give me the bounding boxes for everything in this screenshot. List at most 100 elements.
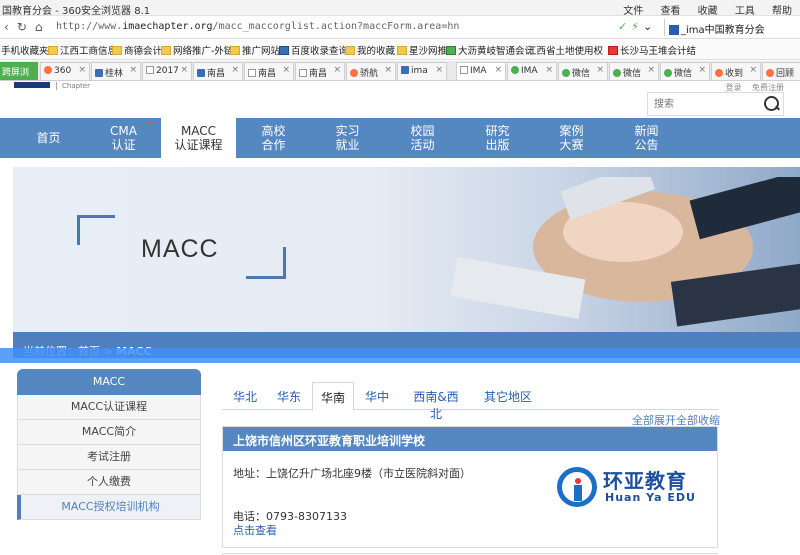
tab-east[interactable]: 华东: [274, 382, 304, 410]
school-name[interactable]: 上饶市信州区环亚教育职业培训学校: [223, 427, 717, 451]
dropdown-icon[interactable]: ⌄: [643, 20, 652, 33]
menu-tools[interactable]: 工具: [735, 6, 755, 17]
bookmark-item[interactable]: 我的收藏: [345, 43, 395, 57]
tab-southwest-northwest[interactable]: 西南&西北: [408, 382, 464, 421]
browser-tab[interactable]: 南昌 ×: [244, 62, 294, 80]
school-address: 地址：上饶亿升广场北座9楼（市立医院斜对面）: [233, 467, 471, 480]
browser-tab[interactable]: 微信 ×: [660, 62, 710, 80]
close-icon[interactable]: ×: [231, 65, 239, 75]
nav-campus[interactable]: 校园 活动: [385, 118, 460, 158]
close-icon[interactable]: ×: [282, 65, 290, 75]
nav-internship[interactable]: 实习 就业: [310, 118, 385, 158]
home-icon[interactable]: ⌂: [35, 20, 43, 34]
folder-icon: [397, 46, 407, 55]
browser-tab[interactable]: 南昌 ×: [295, 62, 345, 80]
browser-tab[interactable]: 微信 ×: [558, 62, 608, 80]
search-icon[interactable]: [763, 95, 779, 113]
browser-tab[interactable]: ima ×: [397, 62, 447, 80]
bookmark-item[interactable]: 江西工商信息: [48, 43, 117, 57]
bookmark-item[interactable]: 百度收录查询: [279, 43, 348, 57]
side-nav-item-training-orgs[interactable]: MACC授权培训机构: [17, 495, 201, 520]
register-link[interactable]: 免费注册: [752, 83, 784, 92]
browser-tab-active[interactable]: IMA ×: [456, 62, 506, 80]
close-icon[interactable]: ×: [78, 65, 86, 75]
bookmarks-bar: 手机收藏夹 江西工商信息 商德会计 网络推广-外链 推广网站 百度收录查询 我的…: [0, 40, 800, 60]
browser-tab[interactable]: 骄航 ×: [346, 62, 396, 80]
browser-tab[interactable]: 微信 ×: [609, 62, 659, 80]
bookmark-item[interactable]: 推广网站: [230, 43, 280, 57]
bookmark-item[interactable]: 商德会计: [112, 43, 162, 57]
nav-research[interactable]: 研究 出版: [460, 118, 535, 158]
banner-bracket-right: [246, 247, 286, 279]
view-details-link[interactable]: 点击查看: [233, 522, 277, 538]
tab-icon: [613, 69, 621, 77]
tab-icon: [562, 69, 570, 77]
browser-tab[interactable]: IMA ×: [507, 62, 557, 80]
site-logo[interactable]: [14, 82, 50, 88]
side-nav-title: MACC: [17, 369, 201, 395]
close-icon[interactable]: ×: [596, 65, 604, 75]
folder-icon: [161, 46, 171, 55]
nav-home[interactable]: 首页: [11, 118, 86, 158]
browser-tabs: 跨屏浏览 360× 桂林× 2017× 南昌× 南昌× 南昌× 骄航× ima×…: [0, 61, 800, 81]
nav-cases[interactable]: 案例 大赛: [534, 118, 609, 158]
close-icon[interactable]: ×: [384, 65, 392, 75]
bookmark-item[interactable]: 江西省土地使用权: [527, 43, 603, 57]
school-card: 上饶市信州区环亚教育职业培训学校 地址：上饶亿升广场北座9楼（市立医院斜对面） …: [222, 426, 718, 548]
bookmark-item[interactable]: 长沙马王堆会计结: [608, 43, 696, 57]
close-icon[interactable]: ×: [545, 65, 553, 75]
close-icon[interactable]: ×: [435, 65, 443, 75]
tab-icon: [95, 69, 103, 77]
side-nav-item-courses[interactable]: MACC认证课程: [17, 395, 201, 420]
browser-tab[interactable]: 桂林 ×: [91, 62, 141, 80]
refresh-icon[interactable]: ↻: [17, 20, 27, 34]
speed-icon[interactable]: ⚡: [631, 20, 639, 33]
side-nav-item-intro[interactable]: MACC简介: [17, 420, 201, 445]
tab-cross-screen[interactable]: 跨屏浏览: [0, 62, 38, 80]
tab-icon: [146, 66, 154, 74]
close-icon[interactable]: ×: [180, 65, 188, 75]
tab-south[interactable]: 华南: [312, 382, 354, 411]
browser-tab[interactable]: 收到 ×: [711, 62, 761, 80]
menu-file[interactable]: 文件: [623, 6, 643, 17]
close-icon[interactable]: ×: [749, 65, 757, 75]
nav-cma[interactable]: CMA ⌃ 认证: [86, 118, 161, 158]
browser-tab[interactable]: 2017 ×: [142, 62, 192, 80]
back-icon[interactable]: ‹: [4, 20, 9, 34]
tab-central[interactable]: 华中: [362, 382, 392, 410]
bookmark-item[interactable]: 大沥黄岐智通会计: [446, 43, 534, 57]
safe-icon[interactable]: ✓: [618, 20, 627, 33]
tab-other[interactable]: 其它地区: [484, 382, 532, 410]
menu-help[interactable]: 帮助: [772, 6, 792, 17]
close-icon[interactable]: ×: [647, 65, 655, 75]
browser-tab[interactable]: 回顾: [762, 62, 800, 80]
address-bar: ‹ ↻ ⌂ http://www.imaechapter.org/macc_macc…: [0, 17, 800, 39]
menu-favorites[interactable]: 收藏: [698, 6, 718, 17]
menu-view[interactable]: 查看: [660, 6, 680, 17]
bookmark-item[interactable]: 网络推广-外链: [161, 43, 233, 57]
close-icon[interactable]: ×: [698, 65, 706, 75]
banner-hands-image: [450, 177, 800, 327]
school-logo-mark: [557, 467, 597, 507]
bookmark-item[interactable]: 星沙网推: [397, 43, 447, 57]
nav-macc[interactable]: MACC 认证课程: [161, 118, 236, 158]
close-icon[interactable]: ×: [333, 65, 341, 75]
tab-north[interactable]: 华北: [230, 382, 260, 410]
side-nav-item-exam-register[interactable]: 考试注册: [17, 445, 201, 470]
login-link[interactable]: 登录: [725, 83, 741, 92]
folder-icon: [112, 46, 122, 55]
browser-tab[interactable]: 360 ×: [40, 62, 90, 80]
nav-news[interactable]: 新闻 公告: [609, 118, 684, 158]
browser-search-field[interactable]: _ima中国教育分会: [664, 19, 800, 36]
url-field[interactable]: http://www.imaechapter.org/macc_maccorgl…: [56, 21, 459, 32]
side-nav-item-payment[interactable]: 个人缴费: [17, 470, 201, 495]
bookmark-mobile[interactable]: 手机收藏夹: [1, 43, 49, 57]
close-icon[interactable]: ×: [129, 65, 137, 75]
browser-tab[interactable]: 南昌 ×: [193, 62, 243, 80]
tab-icon: [766, 69, 774, 77]
search-input[interactable]: [648, 93, 758, 115]
search-engine-icon: [669, 25, 679, 35]
nav-university[interactable]: 高校 合作: [236, 118, 311, 158]
site-search: [647, 92, 784, 116]
close-icon[interactable]: ×: [494, 65, 502, 75]
